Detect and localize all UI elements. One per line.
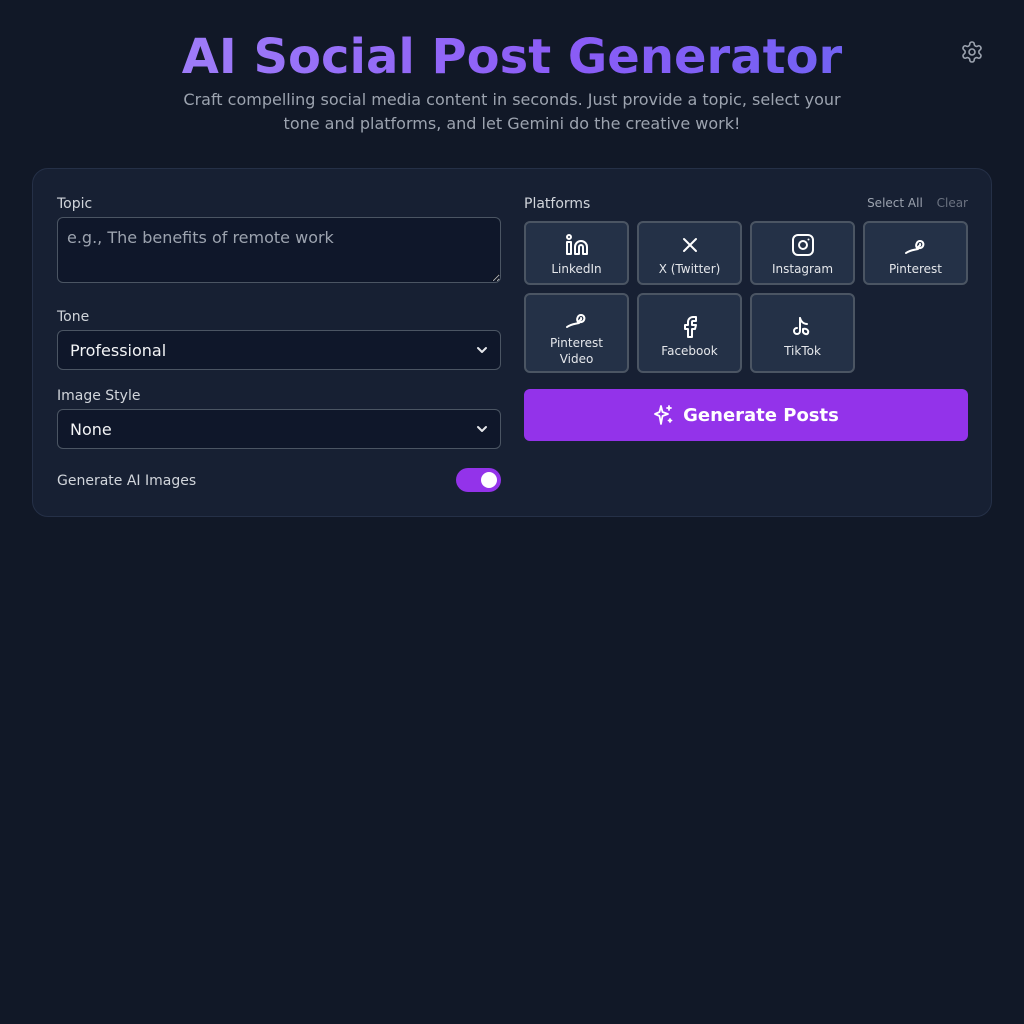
platform-tile-instagram[interactable]: Instagram xyxy=(750,221,855,285)
facebook-icon xyxy=(678,315,702,339)
platform-label-pinterest-video: Pinterest Video xyxy=(549,336,603,366)
platform-tile-x[interactable]: X (Twitter) xyxy=(637,221,742,285)
platforms-header: Platforms Select All Clear xyxy=(524,195,968,213)
platform-tile-tiktok[interactable]: TikTok xyxy=(750,293,855,373)
sparkles-icon xyxy=(653,404,673,426)
gear-icon xyxy=(962,41,982,63)
platform-tile-facebook[interactable]: Facebook xyxy=(637,293,742,373)
generate-posts-button[interactable]: Generate Posts xyxy=(524,389,968,441)
generate-posts-label: Generate Posts xyxy=(683,404,839,426)
platform-label-pinterest: Pinterest xyxy=(888,262,942,276)
generator-card: Topic Tone Professional Image Style None… xyxy=(32,168,992,517)
pinterest-icon xyxy=(565,307,589,331)
image-style-select[interactable]: None xyxy=(57,409,501,449)
ai-images-label: Generate AI Images xyxy=(57,473,197,489)
pinterest-icon xyxy=(904,233,928,257)
page-subtitle: Craft compelling social media content in… xyxy=(183,90,841,133)
platforms-actions: Select All Clear xyxy=(867,196,968,210)
image-style-select-value: None xyxy=(70,419,112,439)
platforms-label: Platforms xyxy=(524,196,591,212)
chevron-down-icon xyxy=(477,426,487,432)
tone-select-value: Professional xyxy=(70,340,167,360)
instagram-icon xyxy=(791,233,815,257)
clear-button[interactable]: Clear xyxy=(937,196,968,210)
select-all-button[interactable]: Select All xyxy=(867,196,923,210)
tiktok-icon xyxy=(791,315,815,339)
x-icon xyxy=(678,233,702,257)
platform-label-facebook: Facebook xyxy=(661,344,718,358)
settings-button[interactable] xyxy=(958,38,986,66)
platform-label-linkedin: LinkedIn xyxy=(551,262,602,276)
chevron-down-icon xyxy=(477,347,487,353)
image-style-label: Image Style xyxy=(57,388,141,404)
toggle-knob xyxy=(481,472,497,488)
platform-label-x: X (Twitter) xyxy=(658,262,721,276)
ai-images-toggle[interactable] xyxy=(456,468,501,492)
platform-label-tiktok: TikTok xyxy=(784,344,821,358)
platform-tile-linkedin[interactable]: LinkedIn xyxy=(524,221,629,285)
page-title: AI Social Post Generator xyxy=(0,28,1024,86)
platform-tile-pinterest-video[interactable]: Pinterest Video xyxy=(524,293,629,373)
tone-label: Tone xyxy=(57,309,90,325)
topic-label: Topic xyxy=(57,196,93,212)
platform-label-instagram: Instagram xyxy=(771,262,834,276)
tone-select[interactable]: Professional xyxy=(57,330,501,370)
linkedin-icon xyxy=(565,233,589,257)
platform-tile-pinterest[interactable]: Pinterest xyxy=(863,221,968,285)
app-page: AI Social Post Generator Craft compellin… xyxy=(0,0,1024,1024)
topic-input[interactable] xyxy=(57,217,501,283)
